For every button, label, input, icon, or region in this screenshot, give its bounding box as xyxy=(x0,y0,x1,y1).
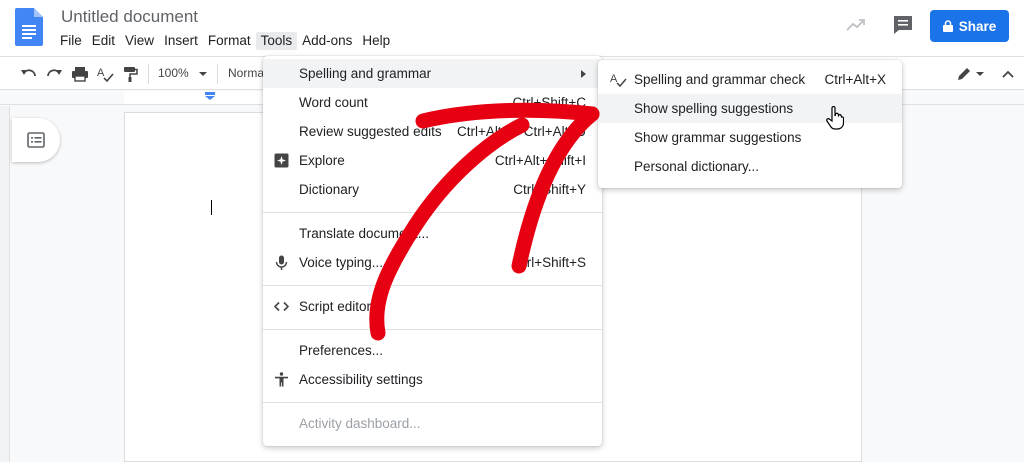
menu-tools[interactable]: Tools xyxy=(255,32,298,50)
svg-text:A: A xyxy=(610,73,618,85)
spelling-grammar-submenu: A Spelling and grammar check Ctrl+Alt+X … xyxy=(598,60,902,188)
menu-divider xyxy=(263,212,602,213)
share-label: Share xyxy=(958,18,997,34)
redo-icon[interactable] xyxy=(45,65,63,83)
hand-pointer-icon xyxy=(826,106,844,130)
menu-addons[interactable]: Add-ons xyxy=(297,32,357,50)
menu-view[interactable]: View xyxy=(120,32,159,50)
code-icon xyxy=(274,301,289,312)
zoom-select[interactable]: 100% xyxy=(158,66,189,80)
svg-text:A: A xyxy=(97,67,105,79)
spellcheck-icon: A xyxy=(610,73,627,88)
lock-icon xyxy=(942,20,953,32)
menu-item-preferences[interactable]: Preferences... xyxy=(263,336,602,365)
chevron-down-icon[interactable] xyxy=(199,72,207,76)
menu-item-accessibility-settings[interactable]: Accessibility settings xyxy=(263,365,602,394)
share-button[interactable]: Share xyxy=(930,10,1009,42)
document-title[interactable]: Untitled document xyxy=(61,7,198,27)
app-header: Untitled document File Edit View Insert … xyxy=(0,0,1024,56)
menu-file[interactable]: File xyxy=(55,32,87,50)
submenu-item-spelling-check[interactable]: A Spelling and grammar check Ctrl+Alt+X xyxy=(598,65,902,94)
accessibility-icon xyxy=(275,372,288,387)
menu-help[interactable]: Help xyxy=(357,32,395,50)
editing-mode-pencil-icon[interactable] xyxy=(955,65,973,83)
submenu-item-personal-dictionary[interactable]: Personal dictionary... xyxy=(598,152,902,181)
chevron-down-icon[interactable] xyxy=(976,72,984,76)
comments-icon[interactable] xyxy=(892,15,914,35)
chevron-up-icon[interactable] xyxy=(1000,66,1016,82)
menu-format[interactable]: Format xyxy=(203,32,256,50)
toolbar-divider xyxy=(148,64,149,84)
menu-item-explore[interactable]: Explore Ctrl+Alt+Shift+I xyxy=(263,146,602,175)
show-outline-button[interactable] xyxy=(12,118,60,162)
microphone-icon xyxy=(275,255,288,270)
print-icon[interactable] xyxy=(71,65,89,83)
menu-item-script-editor[interactable]: Script editor xyxy=(263,292,602,321)
paint-format-icon[interactable] xyxy=(121,65,139,83)
outline-icon xyxy=(27,132,45,148)
menu-edit[interactable]: Edit xyxy=(87,32,120,50)
menu-divider xyxy=(263,285,602,286)
menu-bar: File Edit View Insert Format Tools Add-o… xyxy=(55,32,395,50)
explore-icon xyxy=(274,153,289,168)
menu-insert[interactable]: Insert xyxy=(159,32,203,50)
spellcheck-icon[interactable]: A xyxy=(96,65,114,83)
toolbar-divider xyxy=(217,64,218,84)
undo-icon[interactable] xyxy=(20,65,38,83)
menu-item-voice-typing[interactable]: Voice typing... Ctrl+Shift+S xyxy=(263,248,602,277)
menu-item-activity-dashboard: Activity dashboard... xyxy=(299,416,421,431)
menu-item-translate-document[interactable]: Translate document... xyxy=(263,219,602,248)
menu-item-spelling-and-grammar[interactable]: Spelling and grammar xyxy=(263,59,602,88)
submenu-arrow-icon xyxy=(581,70,586,78)
menu-item-dictionary[interactable]: Dictionary Ctrl+Shift+Y xyxy=(263,175,602,204)
paragraph-style-select[interactable]: Normal xyxy=(228,66,267,80)
menu-divider xyxy=(263,329,602,330)
activity-trend-icon[interactable] xyxy=(846,18,866,32)
docs-logo-icon[interactable] xyxy=(15,8,43,46)
vertical-ruler[interactable] xyxy=(0,106,10,462)
text-cursor xyxy=(211,200,212,215)
indent-marker-icon[interactable] xyxy=(205,92,215,100)
tools-menu: Spelling and grammar Word count Ctrl+Shi… xyxy=(263,56,602,446)
submenu-item-show-spelling-suggestions[interactable]: Show spelling suggestions xyxy=(598,94,902,123)
submenu-item-show-grammar-suggestions[interactable]: Show grammar suggestions xyxy=(598,123,902,152)
menu-item-word-count[interactable]: Word count Ctrl+Shift+C xyxy=(263,88,602,117)
menu-divider xyxy=(263,402,602,403)
menu-item-review-suggested-edits[interactable]: Review suggested edits Ctrl+Alt+O Ctrl+A… xyxy=(263,117,602,146)
